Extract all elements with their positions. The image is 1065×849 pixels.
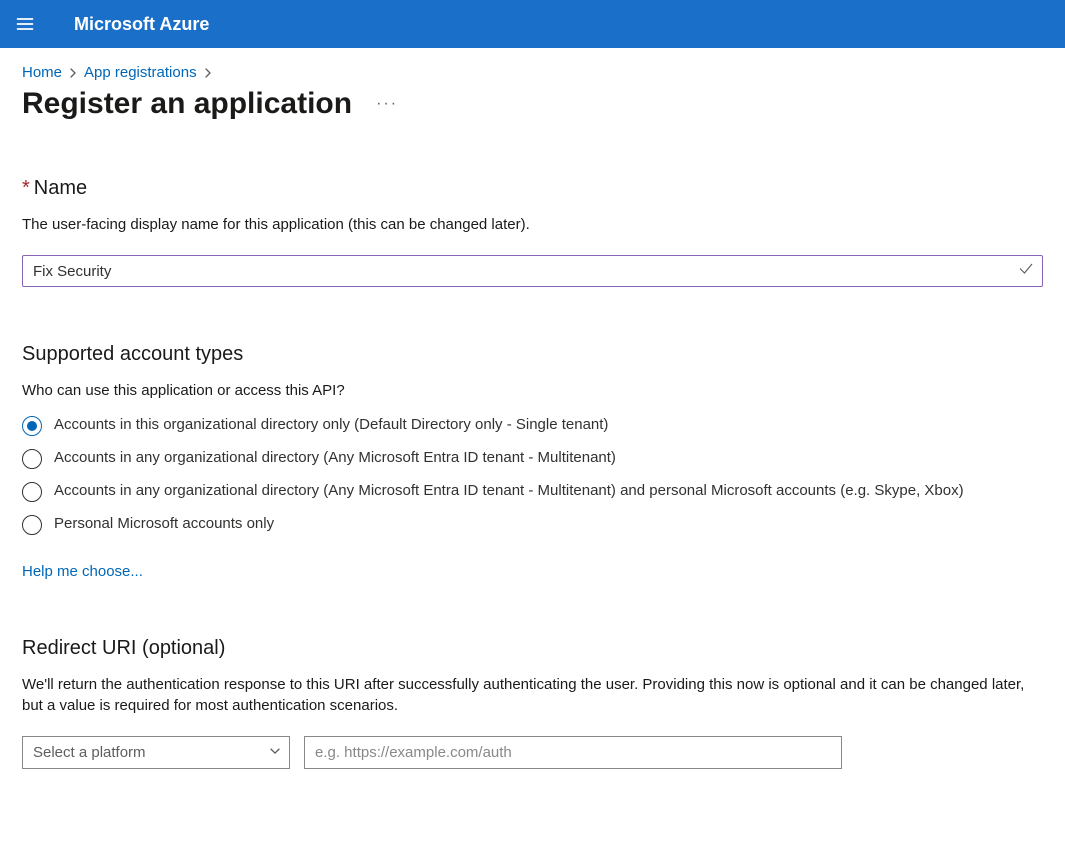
- radio-multitenant[interactable]: Accounts in any organizational directory…: [22, 448, 1043, 469]
- top-bar: Microsoft Azure: [0, 0, 1065, 48]
- chevron-right-icon: [68, 68, 78, 78]
- app-name-input[interactable]: [22, 255, 1043, 287]
- account-types-section: Supported account types Who can use this…: [22, 343, 1043, 581]
- account-types-question: Who can use this application or access t…: [22, 382, 1043, 399]
- redirect-uri-input[interactable]: [304, 736, 842, 769]
- chevron-right-icon: [203, 68, 213, 78]
- name-section: *Name The user-facing display name for t…: [22, 177, 1043, 287]
- account-types-radios: Accounts in this organizational director…: [22, 415, 1043, 535]
- name-field-label: *Name: [22, 177, 1043, 200]
- page-title: Register an application: [22, 87, 352, 121]
- checkmark-icon: [1017, 260, 1035, 283]
- breadcrumb-app-registrations[interactable]: App registrations: [84, 64, 197, 81]
- radio-icon: [22, 416, 42, 436]
- radio-icon: [22, 515, 42, 535]
- required-asterisk: *: [22, 177, 30, 199]
- account-types-heading: Supported account types: [22, 343, 1043, 366]
- redirect-uri-section: Redirect URI (optional) We'll return the…: [22, 637, 1043, 769]
- breadcrumb-home[interactable]: Home: [22, 64, 62, 81]
- radio-icon: [22, 482, 42, 502]
- help-me-choose-link[interactable]: Help me choose...: [22, 563, 143, 580]
- redirect-description: We'll return the authentication response…: [22, 674, 1043, 716]
- hamburger-icon: [15, 14, 35, 34]
- platform-select[interactable]: Select a platform: [22, 736, 290, 769]
- radio-single-tenant[interactable]: Accounts in this organizational director…: [22, 415, 1043, 436]
- radio-multitenant-personal[interactable]: Accounts in any organizational directory…: [22, 481, 1043, 502]
- radio-icon: [22, 449, 42, 469]
- name-field-description: The user-facing display name for this ap…: [22, 214, 1043, 235]
- breadcrumb: Home App registrations: [22, 64, 1043, 81]
- radio-label: Accounts in this organizational director…: [54, 415, 608, 435]
- hamburger-menu-button[interactable]: [8, 7, 42, 41]
- platform-select-value: Select a platform: [33, 744, 146, 761]
- radio-personal-only[interactable]: Personal Microsoft accounts only: [22, 514, 1043, 535]
- radio-label: Personal Microsoft accounts only: [54, 514, 274, 534]
- radio-label: Accounts in any organizational directory…: [54, 481, 964, 501]
- redirect-heading: Redirect URI (optional): [22, 637, 1043, 660]
- name-label-text: Name: [34, 177, 87, 199]
- more-actions-button[interactable]: ···: [370, 91, 404, 117]
- brand-label: Microsoft Azure: [74, 14, 209, 35]
- radio-label: Accounts in any organizational directory…: [54, 448, 616, 468]
